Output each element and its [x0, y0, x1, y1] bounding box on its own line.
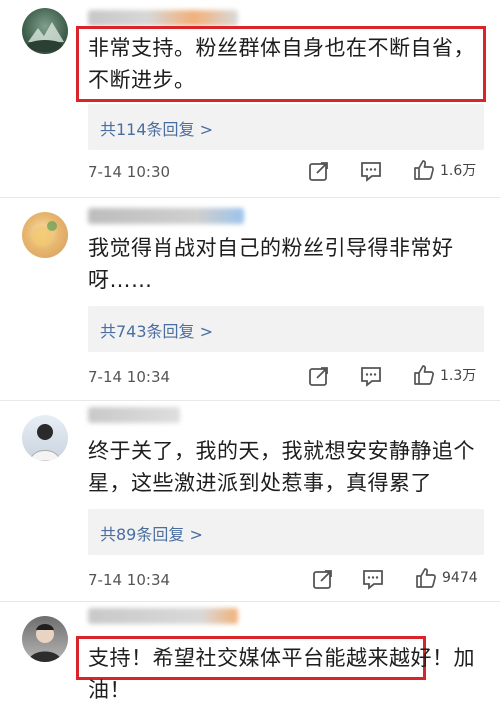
comment-button[interactable] [360, 365, 382, 387]
comment-text: 支持！希望社交媒体平台能越来越好！加油！ [88, 646, 475, 702]
avatar[interactable] [22, 8, 68, 54]
share-icon [308, 160, 330, 182]
replies-count: 共743条回复 > [100, 322, 214, 341]
replies-link[interactable]: 共89条回复 > [88, 509, 484, 555]
timestamp: 7-14 10:30 [88, 163, 171, 181]
like-count: 1.6万 [440, 163, 477, 179]
timestamp: 7-14 10:34 [88, 571, 171, 589]
share-button[interactable] [308, 365, 330, 387]
comment-3: 终于关了，我的天，我就想安安静静追个星，这些激进派到处惹事，真得累了 共89条回… [0, 401, 500, 601]
comment-2: 我觉得肖战对自己的粉丝引导得非常好呀…… 共743条回复 > 7-14 10:3… [0, 198, 500, 400]
username-blurred[interactable] [88, 608, 238, 624]
comment-icon [362, 568, 384, 590]
thumbs-up-icon [412, 363, 436, 387]
like-count: 9474 [442, 570, 478, 586]
like-button[interactable]: 1.6万 [412, 158, 476, 182]
comment-1: 非常支持。粉丝群体自身也在不断自省，不断进步。 共114条回复 > 7-14 1… [0, 0, 500, 196]
avatar[interactable] [22, 212, 68, 258]
replies-count: 共89条回复 > [100, 525, 203, 544]
replies-link[interactable]: 共114条回复 > [88, 104, 484, 150]
like-count: 1.3万 [440, 368, 477, 384]
username-blurred[interactable] [88, 407, 180, 423]
share-button[interactable] [308, 160, 330, 182]
username-blurred[interactable] [88, 10, 238, 26]
share-icon [312, 568, 334, 590]
share-button[interactable] [312, 568, 334, 590]
like-button[interactable]: 9474 [414, 566, 478, 590]
avatar[interactable] [22, 616, 68, 662]
share-icon [308, 365, 330, 387]
comment-text: 终于关了，我的天，我就想安安静静追个星，这些激进派到处惹事，真得累了 [88, 439, 475, 495]
avatar[interactable] [22, 415, 68, 461]
comment-text: 我觉得肖战对自己的粉丝引导得非常好呀…… [88, 236, 454, 292]
replies-count: 共114条回复 > [100, 120, 214, 139]
comment-icon [360, 365, 382, 387]
thumbs-up-icon [414, 566, 438, 590]
username-blurred[interactable] [88, 208, 244, 224]
comment-4: 支持！希望社交媒体平台能越来越好！加油！ [0, 602, 500, 703]
like-button[interactable]: 1.3万 [412, 363, 476, 387]
thumbs-up-icon [412, 158, 436, 182]
replies-link[interactable]: 共743条回复 > [88, 306, 484, 352]
comment-text: 非常支持。粉丝群体自身也在不断自省，不断进步。 [88, 36, 475, 92]
timestamp: 7-14 10:34 [88, 368, 171, 386]
comment-button[interactable] [362, 568, 384, 590]
comment-button[interactable] [360, 160, 382, 182]
comment-icon [360, 160, 382, 182]
